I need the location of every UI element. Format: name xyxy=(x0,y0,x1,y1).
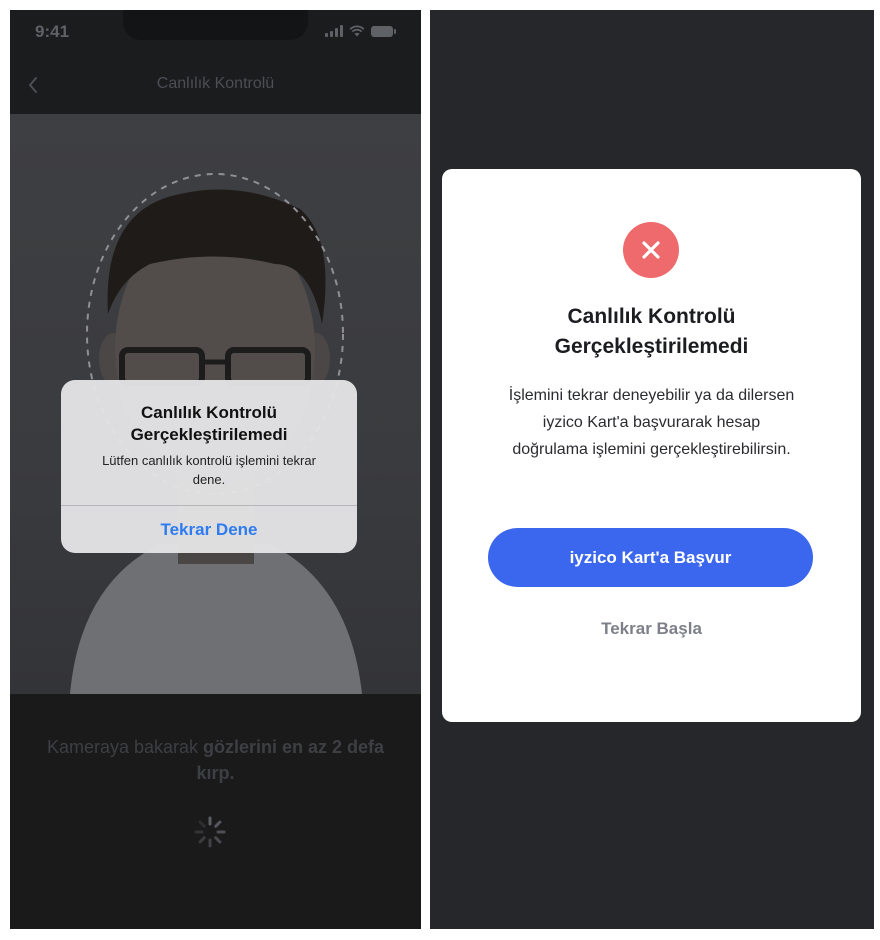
navigation-bar: Canlılık Kontrolü xyxy=(10,56,421,114)
wifi-icon xyxy=(349,25,365,37)
error-alert-dialog: Canlılık Kontrolü Gerçekleştirilemedi Lü… xyxy=(61,380,357,553)
close-icon xyxy=(642,241,660,259)
modal-title-line1: Canlılık Kontrolü xyxy=(567,305,736,328)
loading-spinner-icon xyxy=(194,816,226,848)
apply-iyzico-card-button[interactable]: iyzico Kart'a Başvur xyxy=(488,528,813,587)
modal-title: Canlılık Kontrolü Gerçekleştirilemedi xyxy=(462,302,841,362)
alert-title-line2: Gerçekleştirilemedi xyxy=(130,425,288,444)
retry-button[interactable]: Tekrar Dene xyxy=(61,506,357,553)
alert-message-line2: dene. xyxy=(192,472,226,487)
restart-button[interactable]: Tekrar Başla xyxy=(542,614,761,644)
signal-icon xyxy=(325,25,343,37)
liveness-camera-screen: 9:41 Canlılık Kontrolü Canlılık Kontrolü… xyxy=(10,10,421,929)
alert-title-line1: Canlılık Kontrolü xyxy=(141,403,277,422)
status-time: 9:41 xyxy=(35,22,70,41)
instruction-bold-line1: gözlerini en az 2 defa xyxy=(203,737,385,757)
error-modal: Canlılık Kontrolü Gerçekleştirilemedi İş… xyxy=(442,169,861,722)
instruction-prefix: Kameraya bakarak xyxy=(46,737,204,757)
modal-desc-line3: doğrulama işlemini gerçekleştirebilirsin… xyxy=(512,441,791,458)
battery-icon xyxy=(371,25,396,37)
modal-description: İşlemini tekrar deneyebilir ya da dilers… xyxy=(467,382,836,463)
alert-title: Canlılık Kontrolü Gerçekleştirilemedi xyxy=(61,380,357,446)
alert-message-line1: Lütfen canlılık kontrolü işlemini tekrar xyxy=(102,453,316,468)
device-notch xyxy=(123,10,308,40)
page-title: Canlılık Kontrolü xyxy=(156,75,275,92)
instruction-bold-line2: kırp. xyxy=(196,763,235,783)
modal-desc-line2: iyzico Kart'a başvurarak hesap xyxy=(542,414,761,431)
status-icons xyxy=(325,25,396,37)
alert-message: Lütfen canlılık kontrolü işlemini tekrar… xyxy=(61,446,357,489)
verification-failed-screen: Canlılık Kontrolü Gerçekleştirilemedi İş… xyxy=(430,10,874,929)
blink-instruction: Kameraya bakarak gözlerini en az 2 defa … xyxy=(10,734,421,786)
modal-title-line2: Gerçekleştirilemedi xyxy=(554,335,749,358)
status-bar: 9:41 xyxy=(10,10,421,56)
error-badge xyxy=(623,222,679,278)
modal-desc-line1: İşlemini tekrar deneyebilir ya da dilers… xyxy=(508,387,795,404)
